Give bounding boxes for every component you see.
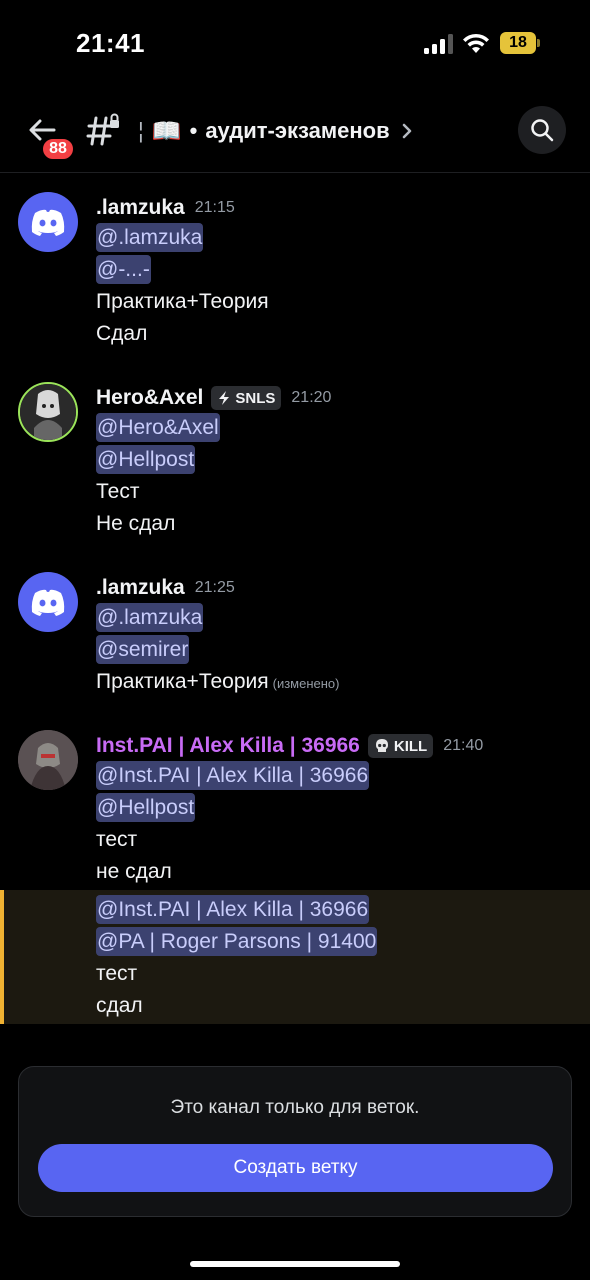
avatar[interactable] [18, 192, 78, 252]
create-thread-button[interactable]: Создать ветку [38, 1144, 553, 1192]
home-indicator[interactable] [190, 1261, 400, 1267]
message-text: не сдал [96, 860, 172, 883]
mention[interactable]: @.lamzuka [96, 603, 204, 632]
timestamp: 21:20 [291, 389, 332, 406]
status-bar: 21:41 18 [0, 0, 590, 90]
discord-logo-icon [31, 589, 65, 616]
timestamp: 21:25 [194, 579, 235, 596]
message-text: Сдал [96, 322, 148, 345]
search-button[interactable] [518, 106, 566, 154]
book-emoji-icon: 📖 [151, 117, 182, 145]
author-name[interactable]: Hero&Axel [96, 386, 203, 410]
thread-only-notice: Это канал только для веток. [170, 1097, 420, 1118]
user-avatar-image [18, 730, 78, 790]
mention[interactable]: @PA | Roger Parsons | 91400 [96, 927, 378, 956]
wifi-icon [463, 33, 489, 53]
server-tag[interactable]: SNLS [211, 386, 282, 410]
mention[interactable]: @Inst.PAI | Alex Killa | 36966 [96, 761, 370, 790]
author-name[interactable]: .lamzuka [96, 196, 185, 220]
message-text: тест [96, 962, 138, 985]
timestamp: 21:40 [443, 737, 484, 754]
channel-dot: • [189, 118, 198, 143]
back-button[interactable]: 88 [24, 112, 84, 162]
server-tag-label: KILL [393, 737, 428, 755]
mention[interactable]: @.lamzuka [96, 223, 204, 252]
user-avatar-image [20, 384, 76, 440]
edited-label: (изменено) [272, 676, 340, 691]
unread-badge: 88 [40, 136, 76, 162]
server-tag[interactable]: KILL [367, 734, 434, 758]
message-header: Inst.PAI | Alex Killa | 36966 KILL 21:40 [96, 730, 483, 762]
message-text: Практика+Теория [96, 670, 269, 693]
message-text: Не сдал [96, 512, 176, 535]
skull-icon [375, 739, 388, 752]
thread-only-panel: Это канал только для веток. Создать ветк… [18, 1066, 572, 1217]
highlighted-message[interactable]: @Inst.PAI | Alex Killa | 36966 @PA | Rog… [0, 890, 590, 1024]
channel-separator: ¦ [138, 118, 144, 143]
thread-lock-icon [86, 113, 119, 146]
signal-icon [424, 34, 454, 54]
author-name[interactable]: Inst.PAI | Alex Killa | 36966 [96, 734, 360, 758]
discord-logo-icon [31, 209, 65, 236]
message-text: тест [96, 828, 138, 851]
message[interactable]: .lamzuka 21:15 @.lamzuka @-...- Практика… [0, 192, 590, 352]
message[interactable]: Inst.PAI | Alex Killa | 36966 KILL 21:40… [0, 730, 590, 890]
message-header: .lamzuka 21:15 [96, 192, 235, 224]
mention[interactable]: @-...- [96, 255, 151, 284]
message[interactable]: .lamzuka 21:25 @.lamzuka @semirer Практи… [0, 572, 590, 700]
message-text: Практика+Теория [96, 290, 269, 313]
battery-level: 18 [509, 34, 527, 51]
status-time: 21:41 [76, 28, 145, 58]
server-tag-label: SNLS [235, 389, 276, 407]
channel-header: 88 ¦ 📖 • аудит-экзаменов [0, 100, 590, 173]
channel-title-button[interactable]: ¦ 📖 • аудит-экзаменов [138, 114, 414, 148]
message-header: .lamzuka 21:25 [96, 572, 235, 604]
author-name[interactable]: .lamzuka [96, 576, 185, 600]
channel-name: аудит-экзаменов [205, 118, 390, 143]
message[interactable]: Hero&Axel SNLS 21:20 @Hero&Axel @Hellpos… [0, 382, 590, 542]
message-header: Hero&Axel SNLS 21:20 [96, 382, 331, 414]
search-icon [531, 119, 554, 142]
mention[interactable]: @Hero&Axel [96, 413, 220, 442]
battery-icon: 18 [500, 32, 540, 54]
mention[interactable]: @semirer [96, 635, 190, 664]
message-text: сдал [96, 994, 143, 1017]
mention[interactable]: @Hellpost [96, 445, 196, 474]
mention[interactable]: @Inst.PAI | Alex Killa | 36966 [96, 895, 370, 924]
avatar[interactable] [18, 382, 78, 442]
mention[interactable]: @Hellpost [96, 793, 196, 822]
timestamp: 21:15 [194, 199, 235, 216]
avatar[interactable] [18, 730, 78, 790]
message-text: Тест [96, 480, 140, 503]
avatar[interactable] [18, 572, 78, 632]
lightning-icon [219, 391, 230, 405]
chevron-right-icon [402, 123, 411, 139]
